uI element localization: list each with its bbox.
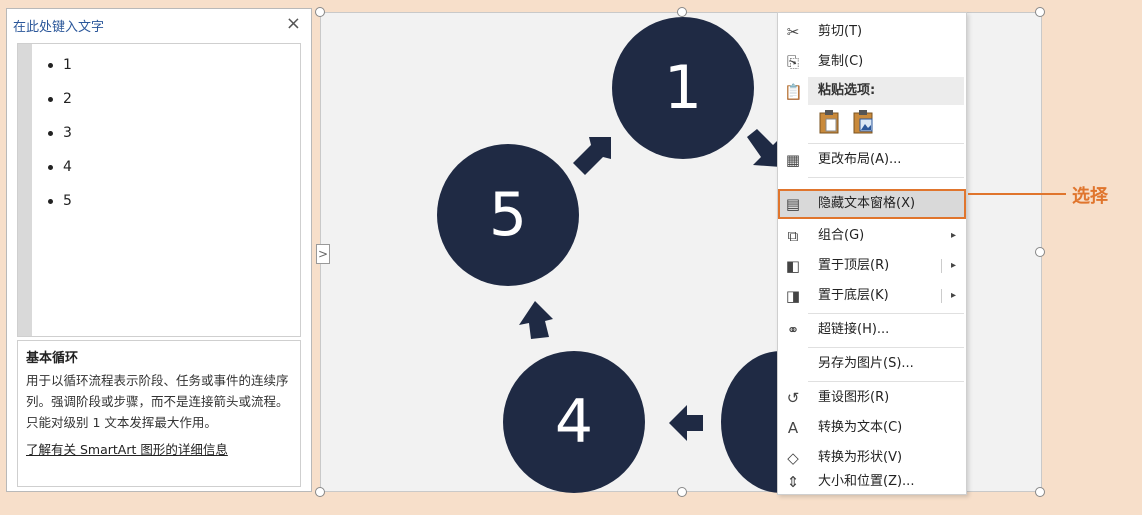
menu-item-label: 重设图形(R) [818,390,890,405]
paste-options [818,109,882,141]
menu-item-change-layout[interactable]: ▦ 更改布局(A)... [778,145,966,175]
bullet-list: 1 2 3 4 5 [48,56,72,226]
cycle-node-1[interactable]: 1 [612,17,754,159]
menu-separator [808,143,964,144]
cycle-arrow-icon [669,405,703,441]
callout-label: 选择 [1072,186,1108,207]
reset-icon: ↺ [786,389,800,407]
convert-shape-icon: ◇ [787,449,799,467]
group-icon: ⧉ [787,227,799,245]
resize-handle[interactable] [677,7,687,17]
cycle-arrow-icon [573,137,611,175]
split-separator [941,259,942,273]
paste-keep-format-icon[interactable] [818,109,840,135]
context-menu: ✂ 剪切(T) ⎘ 复制(C) 📋 粘贴选项: ▦ 更改布局(A)... ▤ 隐… [777,12,967,495]
copy-icon: ⎘ [786,53,799,71]
expand-text-pane-button[interactable]: > [316,244,330,264]
menu-item-label: 隐藏文本窗格(X) [818,196,916,211]
cycle-arrow-icon [519,301,553,339]
bullet-text: 5 [63,193,72,209]
layout-description-text: 用于以循环流程表示阶段、任务或事件的连续序列。强调阶段或步骤，而不是连接箭头或流… [26,373,289,430]
resize-handle[interactable] [677,487,687,497]
paste-as-picture-icon[interactable] [852,109,874,135]
bullet-text: 4 [63,159,72,175]
menu-item-label: 置于底层(K) [818,288,889,303]
menu-item-send-to-back[interactable]: ◨ 置于底层(K) ▸ [778,281,966,311]
resize-handle[interactable] [315,7,325,17]
menu-item-label: 另存为图片(S)... [818,356,914,371]
layout-name: 基本循环 [26,351,79,366]
bullet-icon [48,96,53,102]
menu-item-reset-graphic[interactable]: ↺ 重设图形(R) [778,383,966,413]
menu-separator [808,177,964,178]
list-item[interactable]: 1 [48,56,72,90]
clipboard-icon: 📋 [784,83,803,101]
menu-item-bring-to-front[interactable]: ◧ 置于顶层(R) ▸ [778,251,966,281]
paste-options-header: 粘贴选项: [808,77,964,105]
menu-item-label: 复制(C) [818,54,864,69]
menu-item-save-as-picture[interactable]: 另存为图片(S)... [778,349,966,379]
bullet-text: 2 [63,91,72,107]
bullet-edit-area[interactable]: 1 2 3 4 5 [17,43,301,337]
menu-item-hide-text-pane[interactable]: ▤ 隐藏文本窗格(X) [778,189,966,219]
bullet-icon [48,198,53,204]
close-icon[interactable]: × [286,13,301,34]
menu-item-label: 更改布局(A)... [818,152,902,167]
resize-handle[interactable] [1035,487,1045,497]
resize-handle[interactable] [315,487,325,497]
menu-item-label: 大小和位置(Z)... [818,474,915,489]
list-item[interactable]: 2 [48,90,72,124]
size-position-icon: ⇕ [786,473,800,491]
menu-separator [808,381,964,382]
callout-line [968,193,1066,195]
bullet-icon [48,164,53,170]
layout-description: 基本循环 用于以循环流程表示阶段、任务或事件的连续序列。强调阶段或步骤，而不是连… [17,340,301,487]
menu-item-group[interactable]: ⧉ 组合(G) ▸ [778,221,966,251]
menu-separator [808,313,964,314]
submenu-arrow-icon: ▸ [950,230,956,241]
bring-front-icon: ◧ [785,257,801,275]
menu-item-copy[interactable]: ⎘ 复制(C) [778,47,966,77]
menu-item-label: 组合(G) [818,228,865,243]
split-separator [941,289,942,303]
menu-item-size-and-position[interactable]: ⇕ 大小和位置(Z)... [778,467,966,497]
list-item[interactable]: 4 [48,158,72,192]
cycle-node-5[interactable]: 5 [437,144,579,286]
learn-more-link[interactable]: 了解有关 SmartArt 图形的详细信息 [26,439,292,458]
menu-separator [808,347,964,348]
bullet-icon [48,130,53,136]
menu-item-label: 转换为文本(C) [818,420,903,435]
menu-item-convert-to-text[interactable]: A 转换为文本(C) [778,413,966,443]
list-item[interactable]: 3 [48,124,72,158]
menu-item-label: 剪切(T) [818,24,863,39]
menu-item-label: 置于顶层(R) [818,258,890,273]
send-back-icon: ◨ [785,287,801,305]
menu-item-cut[interactable]: ✂ 剪切(T) [778,17,966,47]
menu-item-label: 超链接(H)... [818,322,890,337]
list-item[interactable]: 5 [48,192,72,226]
text-pane-title: 在此处键入文字 [13,20,105,35]
resize-handle[interactable] [1035,7,1045,17]
bullet-gutter [18,44,32,336]
bullet-text: 1 [63,57,72,73]
hyperlink-icon: ⚭ [786,321,800,339]
bullet-icon [48,62,53,68]
resize-handle[interactable] [1035,247,1045,257]
convert-text-icon: A [787,419,799,437]
submenu-arrow-icon[interactable]: ▸ [951,251,956,281]
submenu-arrow-icon[interactable]: ▸ [951,281,956,311]
bullet-text: 3 [63,125,72,141]
text-pane: 在此处键入文字 × 1 2 3 4 5 基本循环 用于以循环流程表示阶段、任务或… [6,8,312,492]
menu-item-hyperlink[interactable]: ⚭ 超链接(H)... [778,315,966,345]
scissors-icon: ✂ [786,23,800,41]
text-pane-icon: ▤ [785,195,801,213]
cycle-node-4[interactable]: 4 [503,351,645,493]
layout-icon: ▦ [785,151,801,169]
